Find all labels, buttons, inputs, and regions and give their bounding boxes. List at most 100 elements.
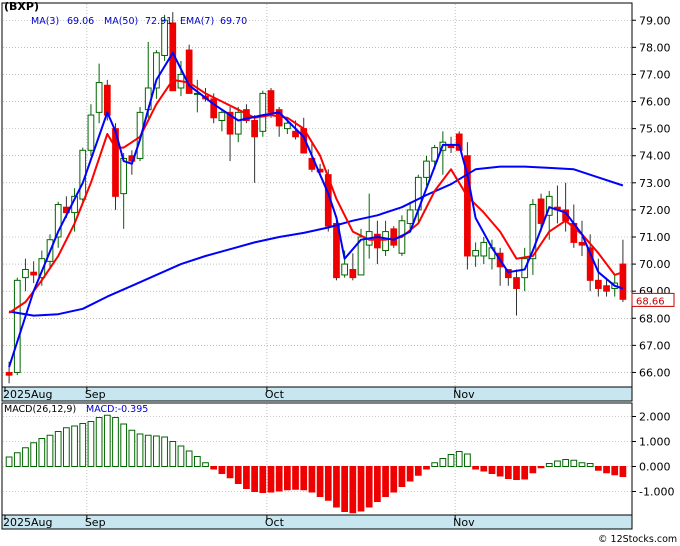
price-tick-label: 66.00 bbox=[639, 366, 671, 379]
macd-bar bbox=[226, 466, 234, 479]
macd-bar bbox=[431, 462, 439, 467]
macd-bar bbox=[382, 466, 389, 497]
macd-tick-label: 0.000 bbox=[639, 461, 671, 474]
macd-bar bbox=[333, 466, 340, 508]
macd-bar bbox=[13, 452, 21, 467]
macd-bar bbox=[161, 436, 168, 467]
candle-body bbox=[22, 269, 29, 279]
macd-bar bbox=[455, 451, 463, 467]
macd-bar bbox=[292, 466, 299, 490]
candle-body bbox=[120, 157, 128, 195]
macd-bar bbox=[259, 466, 267, 493]
macd-bar bbox=[243, 466, 250, 489]
macd-bar bbox=[324, 466, 332, 501]
price-tick-label: 74.00 bbox=[639, 150, 671, 163]
macd-bar bbox=[300, 466, 308, 491]
last-price-value: 68.66 bbox=[636, 296, 665, 307]
price-x-tick-label: Oct bbox=[265, 388, 285, 401]
macd-bar bbox=[423, 466, 430, 470]
macd-bar bbox=[341, 466, 349, 512]
macd-bar bbox=[87, 421, 95, 467]
macd-bar bbox=[480, 466, 488, 472]
macd-bar bbox=[46, 434, 54, 467]
macd-bar bbox=[603, 466, 610, 474]
macd-bar bbox=[562, 459, 569, 467]
macd-bar bbox=[177, 445, 185, 467]
candle-body bbox=[603, 285, 610, 292]
candle-body bbox=[292, 130, 299, 138]
macd-bar bbox=[349, 466, 357, 514]
ema7-value: 69.70 bbox=[220, 16, 247, 27]
candle-body bbox=[87, 114, 95, 151]
macd-bar bbox=[144, 434, 152, 467]
macd-bar bbox=[234, 466, 242, 484]
candle-body bbox=[390, 228, 398, 246]
candle-body bbox=[251, 119, 258, 138]
macd-bar bbox=[594, 466, 602, 471]
macd-bar bbox=[308, 466, 316, 493]
macd-bar bbox=[619, 466, 627, 477]
candle-body bbox=[234, 111, 242, 135]
candle bbox=[259, 90, 267, 137]
macd-y-axis: 2.000 1.000 0.000 -1.000 bbox=[632, 411, 674, 499]
macd-bar bbox=[398, 466, 406, 487]
macd-bar bbox=[30, 442, 38, 467]
macd-bar bbox=[128, 429, 136, 467]
macd-bar bbox=[586, 463, 594, 467]
macd-tick-label: -1.000 bbox=[639, 486, 674, 499]
price-panel bbox=[1, 2, 633, 400]
candle-body bbox=[406, 209, 414, 224]
macd-bar bbox=[95, 417, 103, 467]
macd-bar bbox=[193, 456, 201, 467]
candle-body bbox=[619, 263, 627, 300]
price-tick-label: 75.00 bbox=[639, 123, 671, 136]
macd-bar bbox=[488, 466, 496, 474]
price-tick-label: 72.00 bbox=[639, 204, 671, 217]
candle-body bbox=[30, 271, 38, 276]
macd-bar bbox=[153, 435, 160, 467]
macd-bar bbox=[472, 466, 479, 470]
price-x-tick-label: Nov bbox=[453, 388, 475, 401]
macd-bar bbox=[267, 466, 275, 493]
candle-body bbox=[5, 371, 13, 376]
price-tick-label: 79.00 bbox=[639, 14, 671, 27]
macd-bar bbox=[439, 458, 447, 467]
price-y-axis: 79.00 78.00 77.00 76.00 75.00 74.00 73.00 72.00… bbox=[632, 14, 671, 379]
macd-bar bbox=[63, 427, 70, 467]
macd-bar bbox=[283, 466, 291, 491]
candle-body bbox=[537, 198, 545, 224]
price-tick-label: 76.00 bbox=[639, 96, 671, 109]
price-tick-label: 78.00 bbox=[639, 41, 671, 54]
macd-bar bbox=[529, 466, 537, 474]
ticker-label: (BXP) bbox=[4, 0, 39, 13]
macd-bar bbox=[316, 466, 324, 497]
macd-bar bbox=[5, 456, 13, 467]
candle-body bbox=[103, 84, 111, 116]
candle-body bbox=[578, 241, 586, 246]
macd-bar bbox=[513, 466, 520, 480]
price-tick-label: 67.00 bbox=[639, 339, 671, 352]
macd-x-tick-label: Oct bbox=[265, 516, 285, 529]
price-tick-label: 77.00 bbox=[639, 68, 671, 81]
macd-bar bbox=[611, 466, 619, 476]
macd-bar bbox=[22, 447, 29, 467]
candle-body bbox=[267, 90, 275, 113]
macd-bar bbox=[136, 433, 144, 467]
price-tick-label: 73.00 bbox=[639, 177, 671, 190]
macd-label: MACD(26,12,9) bbox=[4, 404, 76, 415]
macd-bar bbox=[38, 438, 46, 467]
macd-bar bbox=[390, 466, 398, 493]
macd-bar bbox=[218, 466, 226, 474]
macd-bar bbox=[357, 466, 365, 512]
ma50-label: MA(50) bbox=[104, 16, 138, 27]
macd-tick-label: 2.000 bbox=[639, 411, 671, 424]
candle-body bbox=[423, 160, 430, 178]
macd-bar bbox=[54, 431, 62, 467]
macd-bar bbox=[545, 463, 553, 467]
candle-body bbox=[513, 277, 520, 289]
macd-bar bbox=[103, 414, 111, 467]
macd-bar bbox=[447, 454, 455, 467]
macd-bar bbox=[275, 466, 283, 492]
macd-bar bbox=[578, 462, 586, 467]
macd-bar bbox=[521, 466, 529, 480]
